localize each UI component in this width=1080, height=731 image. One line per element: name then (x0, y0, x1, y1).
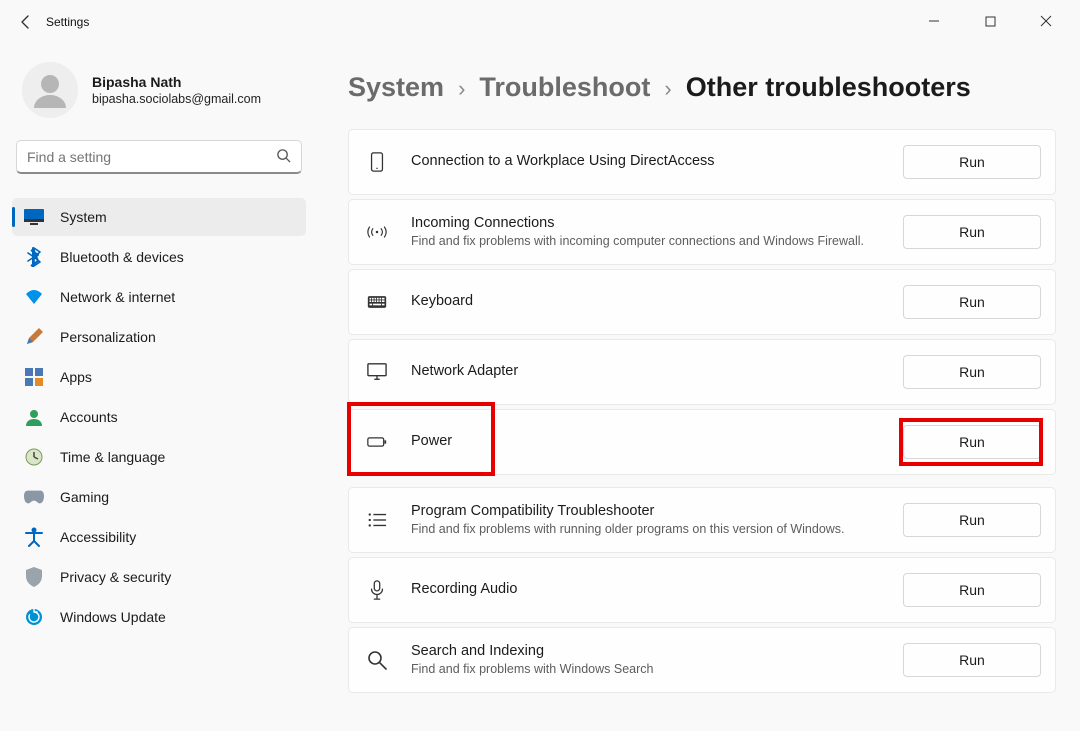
sidebar-item-update[interactable]: Windows Update (12, 598, 306, 636)
troubleshooter-recording: Recording Audio Run (348, 557, 1056, 623)
account-email: bipasha.sociolabs@gmail.com (92, 91, 261, 107)
paintbrush-icon (24, 327, 44, 347)
clock-icon (24, 447, 44, 467)
troubleshooter-compat: Program Compatibility Troubleshooter Fin… (348, 487, 1056, 553)
sidebar-item-label: Accessibility (60, 529, 136, 545)
sidebar-item-label: Privacy & security (60, 569, 171, 585)
chevron-right-icon: › (664, 76, 671, 102)
battery-icon (363, 432, 391, 452)
sidebar-item-privacy[interactable]: Privacy & security (12, 558, 306, 596)
troubleshooter-power: Power Run (348, 409, 1056, 475)
update-icon (24, 607, 44, 627)
apps-icon (24, 367, 44, 387)
sidebar-item-label: Windows Update (60, 609, 166, 625)
troubleshooter-title: Program Compatibility Troubleshooter (411, 502, 883, 522)
search-input[interactable] (27, 149, 276, 165)
breadcrumb-system[interactable]: System (348, 72, 444, 103)
troubleshooter-title: Power (411, 432, 883, 452)
sidebar-item-gaming[interactable]: Gaming (12, 478, 306, 516)
monitor-icon (363, 362, 391, 382)
run-button[interactable]: Run (903, 573, 1041, 607)
account-name: Bipasha Nath (92, 73, 261, 91)
run-button[interactable]: Run (903, 643, 1041, 677)
troubleshooter-title: Connection to a Workplace Using DirectAc… (411, 152, 883, 172)
system-icon (24, 207, 44, 227)
troubleshooter-title: Search and Indexing (411, 642, 883, 662)
troubleshooter-incoming: Incoming Connections Find and fix proble… (348, 199, 1056, 265)
sidebar-item-accessibility[interactable]: Accessibility (12, 518, 306, 556)
troubleshooter-title: Incoming Connections (411, 214, 883, 234)
sidebar-nav: System Bluetooth & devices Network & int… (12, 194, 306, 636)
accessibility-icon (24, 527, 44, 547)
sidebar-item-label: Personalization (60, 329, 156, 345)
run-button[interactable]: Run (903, 425, 1041, 459)
run-button[interactable]: Run (903, 145, 1041, 179)
sidebar-item-accounts[interactable]: Accounts (12, 398, 306, 436)
search-input-wrapper[interactable] (16, 140, 302, 174)
troubleshooter-title: Network Adapter (411, 362, 883, 382)
sidebar: Bipasha Nath bipasha.sociolabs@gmail.com… (0, 44, 316, 731)
sidebar-item-label: Apps (60, 369, 92, 385)
search-icon (363, 650, 391, 670)
sidebar-item-bluetooth[interactable]: Bluetooth & devices (12, 238, 306, 276)
sidebar-item-network[interactable]: Network & internet (12, 278, 306, 316)
sidebar-item-label: System (60, 209, 107, 225)
run-button[interactable]: Run (903, 355, 1041, 389)
minimize-button[interactable] (914, 15, 954, 30)
maximize-button[interactable] (970, 15, 1010, 30)
keyboard-icon (363, 292, 391, 312)
checklist-icon (363, 510, 391, 530)
run-button[interactable]: Run (903, 503, 1041, 537)
sidebar-item-label: Bluetooth & devices (60, 249, 184, 265)
troubleshooter-title: Keyboard (411, 292, 883, 312)
troubleshooter-title: Recording Audio (411, 580, 883, 600)
troubleshooter-desc: Find and fix problems with Windows Searc… (411, 661, 883, 678)
accounts-icon (24, 407, 44, 427)
chevron-right-icon: › (458, 76, 465, 102)
troubleshooter-desc: Find and fix problems with running older… (411, 521, 883, 538)
sidebar-item-personalization[interactable]: Personalization (12, 318, 306, 356)
back-button[interactable] (6, 14, 46, 30)
avatar (22, 62, 78, 118)
gaming-icon (24, 487, 44, 507)
titlebar: Settings (0, 0, 1080, 44)
sidebar-item-label: Accounts (60, 409, 118, 425)
breadcrumb-troubleshoot[interactable]: Troubleshoot (479, 72, 650, 103)
breadcrumb: System › Troubleshoot › Other troublesho… (348, 72, 1056, 103)
device-icon (363, 152, 391, 172)
microphone-icon (363, 580, 391, 600)
run-button[interactable]: Run (903, 285, 1041, 319)
run-button[interactable]: Run (903, 215, 1041, 249)
troubleshooter-keyboard: Keyboard Run (348, 269, 1056, 335)
page-title: Other troubleshooters (686, 72, 971, 103)
troubleshooter-directaccess: Connection to a Workplace Using DirectAc… (348, 129, 1056, 195)
sidebar-item-label: Network & internet (60, 289, 175, 305)
shield-icon (24, 567, 44, 587)
signal-icon (363, 222, 391, 242)
bluetooth-icon (24, 247, 44, 267)
troubleshooter-network-adapter: Network Adapter Run (348, 339, 1056, 405)
sidebar-item-label: Time & language (60, 449, 165, 465)
close-button[interactable] (1026, 15, 1066, 30)
sidebar-item-apps[interactable]: Apps (12, 358, 306, 396)
troubleshooter-search: Search and Indexing Find and fix problem… (348, 627, 1056, 693)
sidebar-item-time[interactable]: Time & language (12, 438, 306, 476)
troubleshooter-list: Connection to a Workplace Using DirectAc… (348, 129, 1056, 693)
account-block[interactable]: Bipasha Nath bipasha.sociolabs@gmail.com (12, 54, 306, 134)
network-icon (24, 287, 44, 307)
main-content: System › Troubleshoot › Other troublesho… (316, 44, 1080, 731)
sidebar-item-label: Gaming (60, 489, 109, 505)
troubleshooter-desc: Find and fix problems with incoming comp… (411, 233, 883, 250)
search-icon (276, 148, 291, 166)
window-title: Settings (46, 15, 89, 29)
sidebar-item-system[interactable]: System (12, 198, 306, 236)
